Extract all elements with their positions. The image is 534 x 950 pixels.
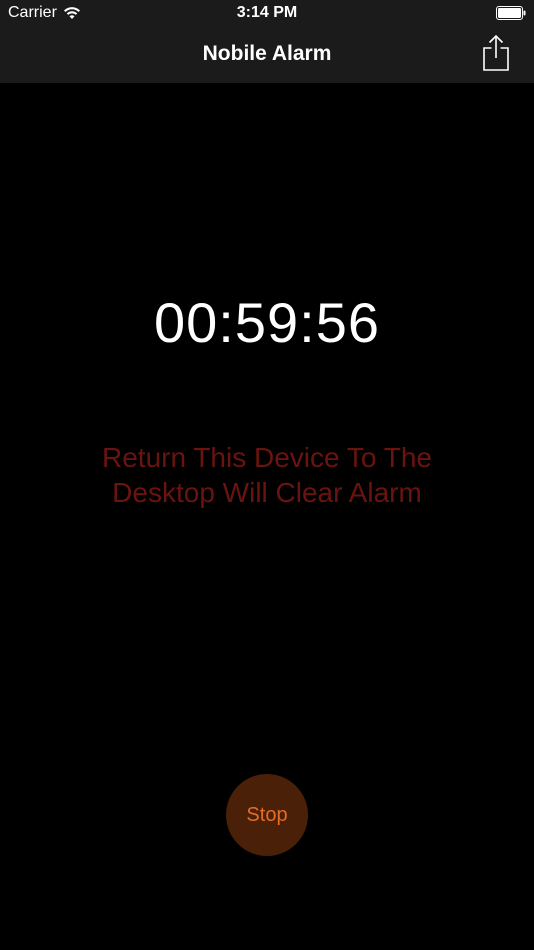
countdown-timer: 00:59:56 bbox=[154, 291, 380, 354]
top-bar: Carrier 3:14 PM Nobile Alarm bbox=[0, 0, 534, 83]
clear-alarm-notice: Return This Device To The Desktop Will C… bbox=[40, 440, 494, 510]
notice-line-2: Desktop Will Clear Alarm bbox=[112, 477, 422, 508]
stop-button[interactable]: Stop bbox=[226, 774, 308, 856]
notice-line-1: Return This Device To The bbox=[102, 442, 432, 473]
status-bar: Carrier 3:14 PM bbox=[0, 0, 534, 28]
nav-title: Nobile Alarm bbox=[202, 42, 332, 65]
stop-button-label: Stop bbox=[246, 803, 288, 826]
battery-icon bbox=[496, 6, 526, 20]
status-time: 3:14 PM bbox=[236, 4, 298, 21]
navigation-bar: Nobile Alarm bbox=[0, 28, 534, 83]
share-icon[interactable] bbox=[480, 34, 512, 72]
